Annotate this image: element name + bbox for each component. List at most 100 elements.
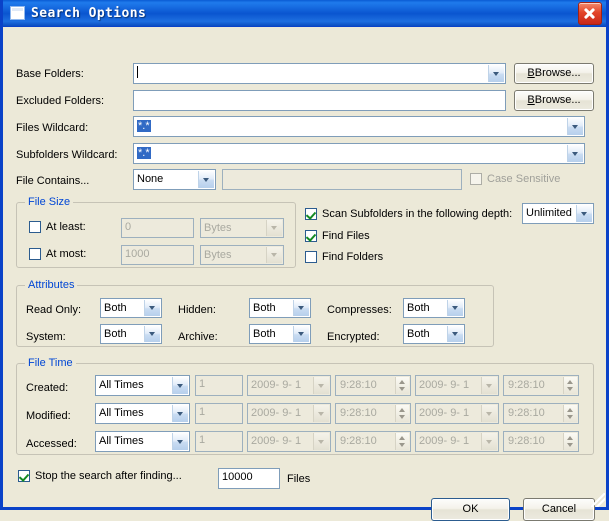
files-wildcard-label: Files Wildcard: bbox=[16, 122, 88, 134]
hidden-select[interactable]: Both bbox=[249, 298, 311, 318]
modified-date-from-value: 2009- 9- 1 bbox=[251, 407, 301, 419]
subfolders-wildcard-input[interactable]: *.* bbox=[133, 143, 585, 164]
chevron-down-icon[interactable] bbox=[172, 433, 188, 450]
compresses-value: Both bbox=[407, 302, 430, 314]
browse-excluded-folders-button[interactable]: BBrowse... bbox=[514, 90, 594, 111]
chevron-down-icon[interactable] bbox=[198, 171, 214, 188]
stop-after-unit-label: Files bbox=[287, 473, 310, 485]
chevron-down-icon bbox=[481, 405, 497, 422]
excluded-folders-input[interactable] bbox=[133, 90, 506, 111]
archive-label: Archive: bbox=[178, 331, 218, 343]
subfolders-wildcard-value: *.* bbox=[137, 147, 151, 159]
chevron-down-icon[interactable] bbox=[144, 326, 160, 342]
file-contains-label: File Contains... bbox=[16, 175, 89, 187]
at-least-checkbox[interactable]: At least: bbox=[29, 221, 86, 233]
scan-subfolders-label: Scan Subfolders in the following depth: bbox=[322, 208, 512, 220]
accessed-date-from-select: 2009- 9- 1 bbox=[247, 431, 331, 452]
at-most-value-input: 1000 bbox=[121, 245, 194, 265]
read-only-value: Both bbox=[104, 302, 127, 314]
at-least-unit-select: Bytes bbox=[200, 218, 284, 238]
system-select[interactable]: Both bbox=[100, 324, 162, 344]
case-sensitive-label: Case Sensitive bbox=[487, 173, 560, 185]
checkbox-box bbox=[305, 208, 317, 220]
window-icon bbox=[10, 6, 25, 20]
file-size-legend: File Size bbox=[25, 196, 73, 208]
stop-after-finding-label: Stop the search after finding... bbox=[35, 470, 182, 482]
accessed-date-from-value: 2009- 9- 1 bbox=[251, 435, 301, 447]
created-mode-select[interactable]: All Times bbox=[95, 375, 190, 396]
chevron-down-icon bbox=[313, 405, 329, 422]
system-value: Both bbox=[104, 328, 127, 340]
chevron-down-icon[interactable] bbox=[567, 145, 583, 162]
chevron-down-icon[interactable] bbox=[144, 300, 160, 316]
accessed-mode-select[interactable]: All Times bbox=[95, 431, 190, 452]
compresses-select[interactable]: Both bbox=[403, 298, 465, 318]
modified-mode-value: All Times bbox=[99, 407, 144, 419]
modified-date-to-value: 2009- 9- 1 bbox=[419, 407, 469, 419]
browse-base-folders-button[interactable]: BBrowse... bbox=[514, 63, 594, 84]
chevron-down-icon bbox=[481, 377, 497, 394]
accessed-label: Accessed: bbox=[26, 438, 77, 450]
archive-select[interactable]: Both bbox=[249, 324, 311, 344]
chevron-down-icon[interactable] bbox=[172, 405, 188, 422]
modified-time-from-spinner: 9:28:10 bbox=[335, 403, 411, 424]
at-most-unit-value: Bytes bbox=[204, 249, 232, 261]
created-date-to-value: 2009- 9- 1 bbox=[419, 379, 469, 391]
chevron-down-icon[interactable] bbox=[293, 326, 309, 342]
resize-grip[interactable] bbox=[591, 493, 605, 507]
close-icon[interactable] bbox=[578, 2, 602, 25]
scan-depth-value: Unlimited bbox=[526, 207, 572, 219]
modified-mode-select[interactable]: All Times bbox=[95, 403, 190, 424]
created-date-from-value: 2009- 9- 1 bbox=[251, 379, 301, 391]
accessed-date-to-value: 2009- 9- 1 bbox=[419, 435, 469, 447]
at-least-value-input: 0 bbox=[121, 218, 194, 238]
find-folders-checkbox[interactable]: Find Folders bbox=[305, 251, 383, 263]
file-contains-mode-select[interactable]: None bbox=[133, 169, 216, 190]
chevron-down-icon bbox=[313, 377, 329, 394]
spinner-arrows-icon bbox=[395, 377, 409, 394]
chevron-down-icon bbox=[481, 433, 497, 450]
chevron-down-icon[interactable] bbox=[447, 300, 463, 316]
system-label: System: bbox=[26, 331, 66, 343]
scan-depth-select[interactable]: Unlimited bbox=[522, 203, 594, 224]
accessed-mode-value: All Times bbox=[99, 435, 144, 447]
spinner-arrows-icon bbox=[563, 433, 577, 450]
stop-after-finding-checkbox[interactable]: Stop the search after finding... bbox=[18, 470, 182, 482]
scan-subfolders-checkbox[interactable]: Scan Subfolders in the following depth: bbox=[305, 208, 512, 220]
modified-date-to-select: 2009- 9- 1 bbox=[415, 403, 499, 424]
browse-excluded-label: Browse... bbox=[535, 94, 581, 106]
read-only-select[interactable]: Both bbox=[100, 298, 162, 318]
chevron-down-icon[interactable] bbox=[447, 326, 463, 342]
encrypted-select[interactable]: Both bbox=[403, 324, 465, 344]
title-bar: Search Options bbox=[3, 0, 606, 27]
modified-time-to-value: 9:28:10 bbox=[508, 407, 545, 419]
chevron-down-icon[interactable] bbox=[488, 65, 504, 82]
compresses-label: Compresses: bbox=[327, 304, 392, 316]
at-least-unit-value: Bytes bbox=[204, 222, 232, 234]
attributes-legend: Attributes bbox=[25, 279, 77, 291]
chevron-down-icon[interactable] bbox=[576, 205, 592, 222]
files-wildcard-input[interactable]: *.* bbox=[133, 116, 585, 137]
accessed-time-to-value: 9:28:10 bbox=[508, 435, 545, 447]
find-folders-label: Find Folders bbox=[322, 251, 383, 263]
modified-count-input: 1 bbox=[195, 403, 243, 424]
chevron-down-icon[interactable] bbox=[172, 377, 188, 394]
excluded-folders-label: Excluded Folders: bbox=[16, 95, 104, 107]
chevron-down-icon bbox=[266, 247, 282, 263]
created-count-input: 1 bbox=[195, 375, 243, 396]
stop-after-count-input[interactable]: 10000 bbox=[218, 468, 280, 489]
accessed-date-to-select: 2009- 9- 1 bbox=[415, 431, 499, 452]
spinner-arrows-icon bbox=[563, 377, 577, 394]
files-wildcard-value: *.* bbox=[137, 120, 151, 132]
accessed-time-to-spinner: 9:28:10 bbox=[503, 431, 579, 452]
at-most-checkbox[interactable]: At most: bbox=[29, 248, 86, 260]
accessed-count-input: 1 bbox=[195, 431, 243, 452]
created-time-to-value: 9:28:10 bbox=[508, 379, 545, 391]
find-files-checkbox[interactable]: Find Files bbox=[305, 230, 370, 242]
chevron-down-icon[interactable] bbox=[567, 118, 583, 135]
chevron-down-icon[interactable] bbox=[293, 300, 309, 316]
modified-date-from-select: 2009- 9- 1 bbox=[247, 403, 331, 424]
checkbox-box bbox=[305, 251, 317, 263]
base-folders-input[interactable] bbox=[133, 63, 506, 84]
created-label: Created: bbox=[26, 382, 68, 394]
